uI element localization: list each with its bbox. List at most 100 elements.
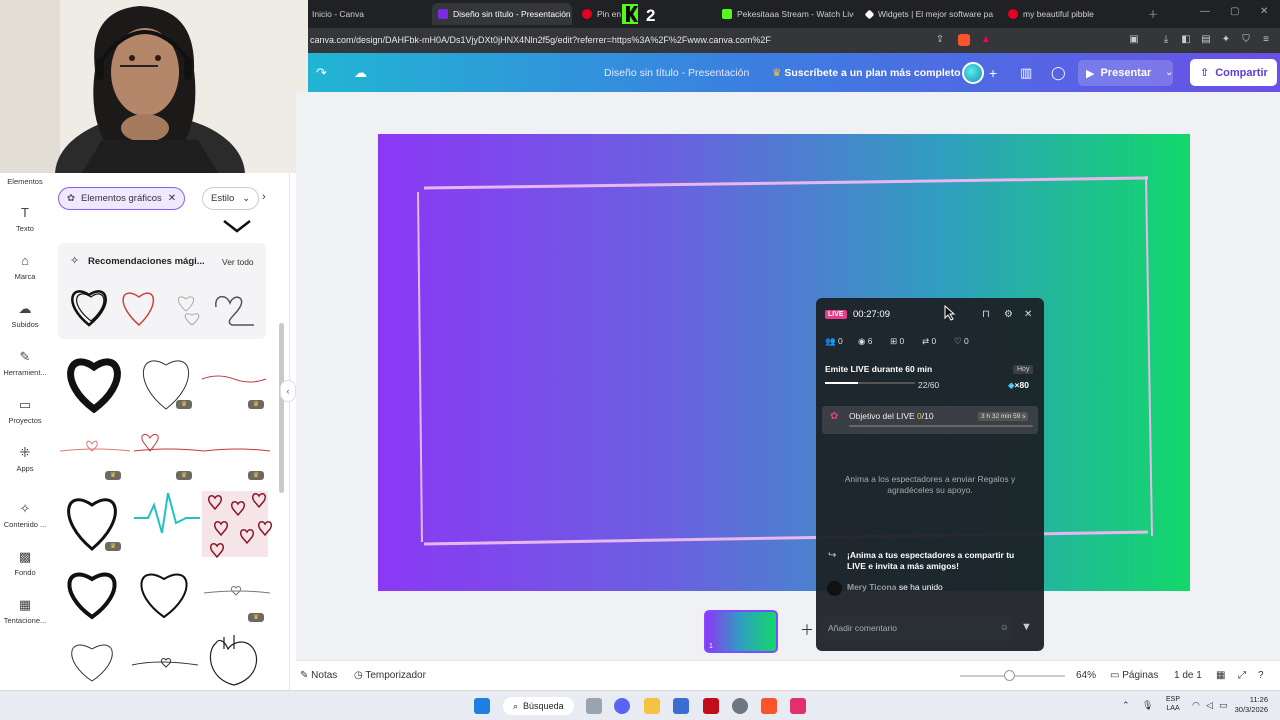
windows-taskbar: ⌕ Búsqueda ⌃ 🎙 ESP LAA ◠ ◁ ▭ 11:26 30/3/… bbox=[0, 690, 1280, 720]
plus-icon[interactable]: + bbox=[989, 65, 997, 81]
analytics-icon[interactable]: ▥ bbox=[1020, 65, 1032, 81]
present-icon: ▶ bbox=[1086, 67, 1095, 80]
comment-icon[interactable]: ◯ bbox=[1051, 65, 1066, 81]
sidebar-icon[interactable]: ◧ bbox=[1180, 34, 1192, 46]
tab-canva-home[interactable]: Inicio - Canva bbox=[306, 3, 428, 25]
kick-tab-icon bbox=[722, 9, 732, 19]
zoom-level[interactable]: 64% bbox=[1076, 670, 1096, 681]
goal-progress-fill bbox=[825, 382, 859, 384]
filter-chip-graphics[interactable]: ✿ Elementos gráficos ✕ bbox=[58, 187, 186, 210]
document-title[interactable]: Diseño sin título - Presentación bbox=[604, 67, 749, 79]
windows-start-icon[interactable] bbox=[474, 698, 490, 714]
send-icon[interactable]: ▼ bbox=[1021, 621, 1032, 633]
tab-kick-stream[interactable]: Pekesitaaa Stream - Watch Live bbox=[716, 3, 854, 25]
collapse-panel-button[interactable]: ‹ bbox=[280, 380, 296, 402]
slide-canvas[interactable] bbox=[378, 134, 1190, 591]
share-page-icon[interactable]: ⇪ bbox=[934, 34, 946, 46]
upsell-link[interactable]: ♛ Suscríbete a un plan más completo bbox=[772, 67, 961, 79]
maximize-icon[interactable]: ▢ bbox=[1230, 6, 1239, 17]
close-icon[interactable]: ✕ bbox=[1024, 309, 1032, 320]
rail-item-texto[interactable]: T Texto bbox=[0, 205, 50, 233]
zoom-slider[interactable] bbox=[960, 670, 1065, 681]
fullscreen-icon[interactable]: ⤢ bbox=[1238, 670, 1246, 681]
ai-icon[interactable]: ✦ bbox=[1220, 34, 1232, 46]
tab-canva-design[interactable]: Diseño sin título - Presentación ✕ bbox=[432, 3, 572, 25]
rail-item-fondo[interactable]: ▩ Fondo bbox=[0, 549, 50, 577]
tab-pibble[interactable]: my beautiful pibble bbox=[1002, 3, 1140, 25]
window-close-icon[interactable]: ✕ bbox=[1260, 6, 1268, 17]
premium-crown-icon: ♛ bbox=[105, 542, 121, 551]
rail-item-proyectos[interactable]: ▭ Proyectos bbox=[0, 397, 50, 425]
brave-browser-icon[interactable] bbox=[761, 698, 777, 714]
sketch-frame-graphic[interactable] bbox=[378, 134, 1190, 591]
rail-item-tentaciones[interactable]: ▦ Tentacione... bbox=[0, 597, 50, 625]
rail-item-marca[interactable]: ⌂ Marca bbox=[0, 253, 50, 281]
rail-item-subidos[interactable]: ☁ Subidos bbox=[0, 301, 50, 329]
file-explorer-icon[interactable] bbox=[644, 698, 660, 714]
tab-widgets[interactable]: Widgets | El mejor software pa bbox=[860, 3, 998, 25]
panel-scrollbar[interactable] bbox=[279, 323, 284, 493]
help-icon[interactable]: ? bbox=[1258, 670, 1264, 681]
pages-button[interactable]: ▭ Páginas bbox=[1110, 670, 1158, 681]
rail-item-herramientas[interactable]: ✎ Herramient... bbox=[0, 349, 50, 377]
grid-view-icon[interactable]: ▦ bbox=[1216, 670, 1225, 681]
rail-item-apps[interactable]: ⁜ Apps bbox=[0, 445, 50, 473]
comment-input[interactable]: Añadir comentario ☺ bbox=[822, 616, 1014, 641]
store-icon[interactable] bbox=[673, 698, 689, 714]
page-thumbnail[interactable]: 1 bbox=[704, 610, 778, 653]
taskbar-search[interactable]: ⌕ Búsqueda bbox=[503, 697, 574, 715]
avatar[interactable] bbox=[962, 62, 984, 84]
brave-rewards-icon[interactable]: ▲ bbox=[980, 34, 992, 46]
recommended-graphics-row[interactable] bbox=[64, 281, 274, 329]
redo-icon[interactable]: ↷ bbox=[316, 65, 327, 81]
rail-item-contenido[interactable]: ✧ Contenido ... bbox=[0, 501, 50, 529]
vpn-icon[interactable]: ⛉ bbox=[1240, 34, 1252, 46]
lock-icon[interactable]: ⊓ bbox=[982, 309, 990, 320]
new-tab-icon[interactable]: ＋ bbox=[1148, 6, 1158, 21]
add-page-icon[interactable]: ＋ bbox=[800, 620, 814, 640]
taskbar-clock[interactable]: 11:26 30/3/2026 bbox=[1228, 695, 1268, 715]
chevron-right-icon[interactable]: › bbox=[262, 191, 266, 203]
wallet-icon[interactable]: ▤ bbox=[1200, 34, 1212, 46]
app-red-icon[interactable] bbox=[703, 698, 719, 714]
notes-button[interactable]: ✎ Notas bbox=[300, 670, 337, 681]
volume-icon[interactable]: ◁ bbox=[1206, 700, 1213, 711]
graphics-grid[interactable] bbox=[58, 343, 278, 688]
chevron-down-icon[interactable]: ⌄ bbox=[1165, 67, 1173, 78]
settings-icon[interactable]: ⚙ bbox=[1004, 309, 1013, 320]
screen-cast-icon[interactable]: ▣ bbox=[1128, 34, 1140, 46]
discord-icon[interactable] bbox=[614, 698, 630, 714]
eye-icon: ◉ bbox=[858, 336, 866, 346]
tiktok-live-icon[interactable] bbox=[790, 698, 806, 714]
timer-button[interactable]: ◷ Temporizador bbox=[354, 670, 426, 681]
url-text[interactable]: canva.com/design/DAHFbk-mH0A/Ds1VjyDXt0j… bbox=[310, 35, 771, 45]
language-indicator[interactable]: ESP LAA bbox=[1166, 695, 1180, 713]
chip-label: Elementos gráficos bbox=[80, 193, 162, 204]
cloud-saved-icon[interactable]: ☁ bbox=[354, 65, 367, 81]
share-button[interactable]: ⇧ Compartir bbox=[1190, 59, 1277, 86]
chevron-shape-graphic[interactable] bbox=[222, 219, 252, 233]
live-objective[interactable]: ✿ Objetivo del LIVE 0/10 3 h 32 min 59 s bbox=[822, 406, 1038, 434]
task-view-icon[interactable] bbox=[586, 698, 602, 714]
minimize-icon[interactable]: — bbox=[1200, 6, 1210, 17]
tab-label: Pin en bbox=[597, 9, 622, 19]
close-icon[interactable]: ✕ bbox=[168, 193, 176, 204]
search-icon: ⌕ bbox=[513, 700, 519, 711]
battery-icon[interactable]: ▭ bbox=[1219, 700, 1228, 711]
chevron-up-icon[interactable]: ⌃ bbox=[1122, 700, 1130, 711]
microphone-icon[interactable]: 🎙 bbox=[1142, 700, 1153, 711]
see-all-link[interactable]: Ver todo bbox=[222, 257, 254, 267]
wifi-icon[interactable]: ◠ bbox=[1192, 700, 1200, 711]
menu-icon[interactable]: ≡ bbox=[1260, 34, 1272, 46]
page-number: 1 bbox=[709, 643, 713, 650]
upsell-label: Suscríbete a un plan más completo bbox=[784, 67, 961, 79]
obs-icon[interactable] bbox=[732, 698, 748, 714]
emoji-icon[interactable]: ☺ bbox=[1000, 622, 1009, 632]
folder-icon: ▭ bbox=[18, 397, 32, 412]
brave-shield-icon[interactable] bbox=[958, 34, 970, 46]
present-button[interactable]: ▶ Presentar bbox=[1078, 60, 1173, 86]
rail-item-elementos[interactable]: Elementos bbox=[0, 177, 50, 186]
zoom-slider-thumb[interactable] bbox=[1004, 670, 1015, 681]
filter-chip-style[interactable]: Estilo ⌄ bbox=[202, 187, 260, 210]
download-icon[interactable]: ⤓ bbox=[1160, 34, 1172, 46]
